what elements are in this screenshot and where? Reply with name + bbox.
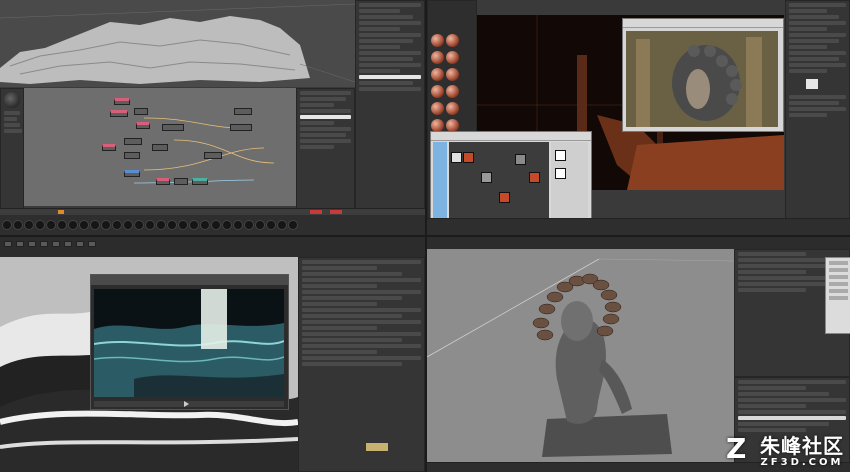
material-preview-panel bbox=[0, 88, 24, 210]
timeline[interactable] bbox=[0, 208, 425, 235]
picture-viewer-window[interactable] bbox=[622, 18, 784, 132]
ocean-render bbox=[94, 289, 284, 397]
node-list[interactable] bbox=[433, 142, 447, 228]
site-logo: Z bbox=[726, 432, 747, 465]
timeline-key-red[interactable] bbox=[330, 210, 342, 214]
screen-top-left bbox=[0, 0, 425, 235]
material-ball-icon[interactable] bbox=[446, 102, 459, 115]
material-ball-icon[interactable] bbox=[431, 102, 444, 115]
node[interactable] bbox=[136, 122, 150, 129]
node[interactable] bbox=[156, 178, 170, 185]
landscape-mesh bbox=[0, 3, 356, 84]
popup-list[interactable] bbox=[825, 257, 850, 334]
playback-bar[interactable] bbox=[94, 401, 284, 407]
material-ball-icon[interactable] bbox=[446, 68, 459, 81]
top-toolbar[interactable] bbox=[0, 237, 425, 258]
node[interactable] bbox=[152, 144, 168, 151]
play-icon[interactable] bbox=[184, 401, 189, 407]
node[interactable] bbox=[204, 152, 222, 159]
attributes-panel[interactable] bbox=[355, 0, 425, 210]
node[interactable] bbox=[192, 178, 208, 185]
screen-top-right bbox=[427, 0, 850, 235]
node[interactable] bbox=[234, 108, 252, 115]
site-watermark: Z 朱峰社区 ZF3D.COM bbox=[726, 430, 844, 468]
node[interactable] bbox=[162, 124, 184, 131]
node-canvas[interactable] bbox=[449, 142, 549, 228]
node[interactable] bbox=[124, 170, 140, 177]
window-titlebar[interactable] bbox=[431, 132, 591, 141]
node[interactable] bbox=[230, 124, 252, 131]
render-image bbox=[626, 31, 778, 127]
watermark-name: 朱峰社区 bbox=[760, 434, 844, 458]
screen-bottom-left bbox=[0, 237, 425, 472]
material-ball-icon[interactable] bbox=[446, 85, 459, 98]
attributes-panel[interactable] bbox=[785, 0, 850, 235]
material-node-window[interactable] bbox=[430, 131, 592, 232]
node[interactable] bbox=[134, 108, 148, 115]
material-ball-icon[interactable] bbox=[446, 34, 459, 47]
attributes-panel[interactable] bbox=[298, 257, 425, 472]
node[interactable] bbox=[174, 178, 188, 185]
simulation-preview-window[interactable] bbox=[90, 274, 289, 410]
node[interactable] bbox=[124, 152, 140, 159]
timeline-key-red[interactable] bbox=[310, 210, 322, 214]
node-properties-panel[interactable] bbox=[296, 88, 355, 210]
node[interactable] bbox=[124, 138, 142, 145]
material-ball-icon[interactable] bbox=[4, 92, 20, 108]
node[interactable] bbox=[114, 98, 130, 105]
material-ball-icon[interactable] bbox=[431, 34, 444, 47]
window-titlebar[interactable] bbox=[91, 275, 288, 285]
screen-bottom-right: Z 朱峰社区 ZF3D.COM bbox=[427, 237, 850, 472]
sculpt-viewport[interactable] bbox=[427, 249, 735, 463]
window-titlebar[interactable] bbox=[623, 19, 783, 28]
viewport-landscape[interactable] bbox=[0, 0, 356, 87]
node[interactable] bbox=[110, 110, 128, 117]
material-ball-icon[interactable] bbox=[431, 85, 444, 98]
node-widget[interactable] bbox=[365, 442, 389, 452]
timeline[interactable] bbox=[427, 218, 850, 235]
node-attributes[interactable] bbox=[551, 142, 588, 228]
node-editor[interactable] bbox=[24, 88, 296, 206]
material-ball-icon[interactable] bbox=[446, 51, 459, 64]
node[interactable] bbox=[102, 144, 116, 151]
timeline-key-orange[interactable] bbox=[58, 210, 64, 214]
material-ball-icon[interactable] bbox=[431, 51, 444, 64]
watermark-domain: ZF3D.COM bbox=[760, 457, 844, 468]
material-ball-icon[interactable] bbox=[431, 68, 444, 81]
